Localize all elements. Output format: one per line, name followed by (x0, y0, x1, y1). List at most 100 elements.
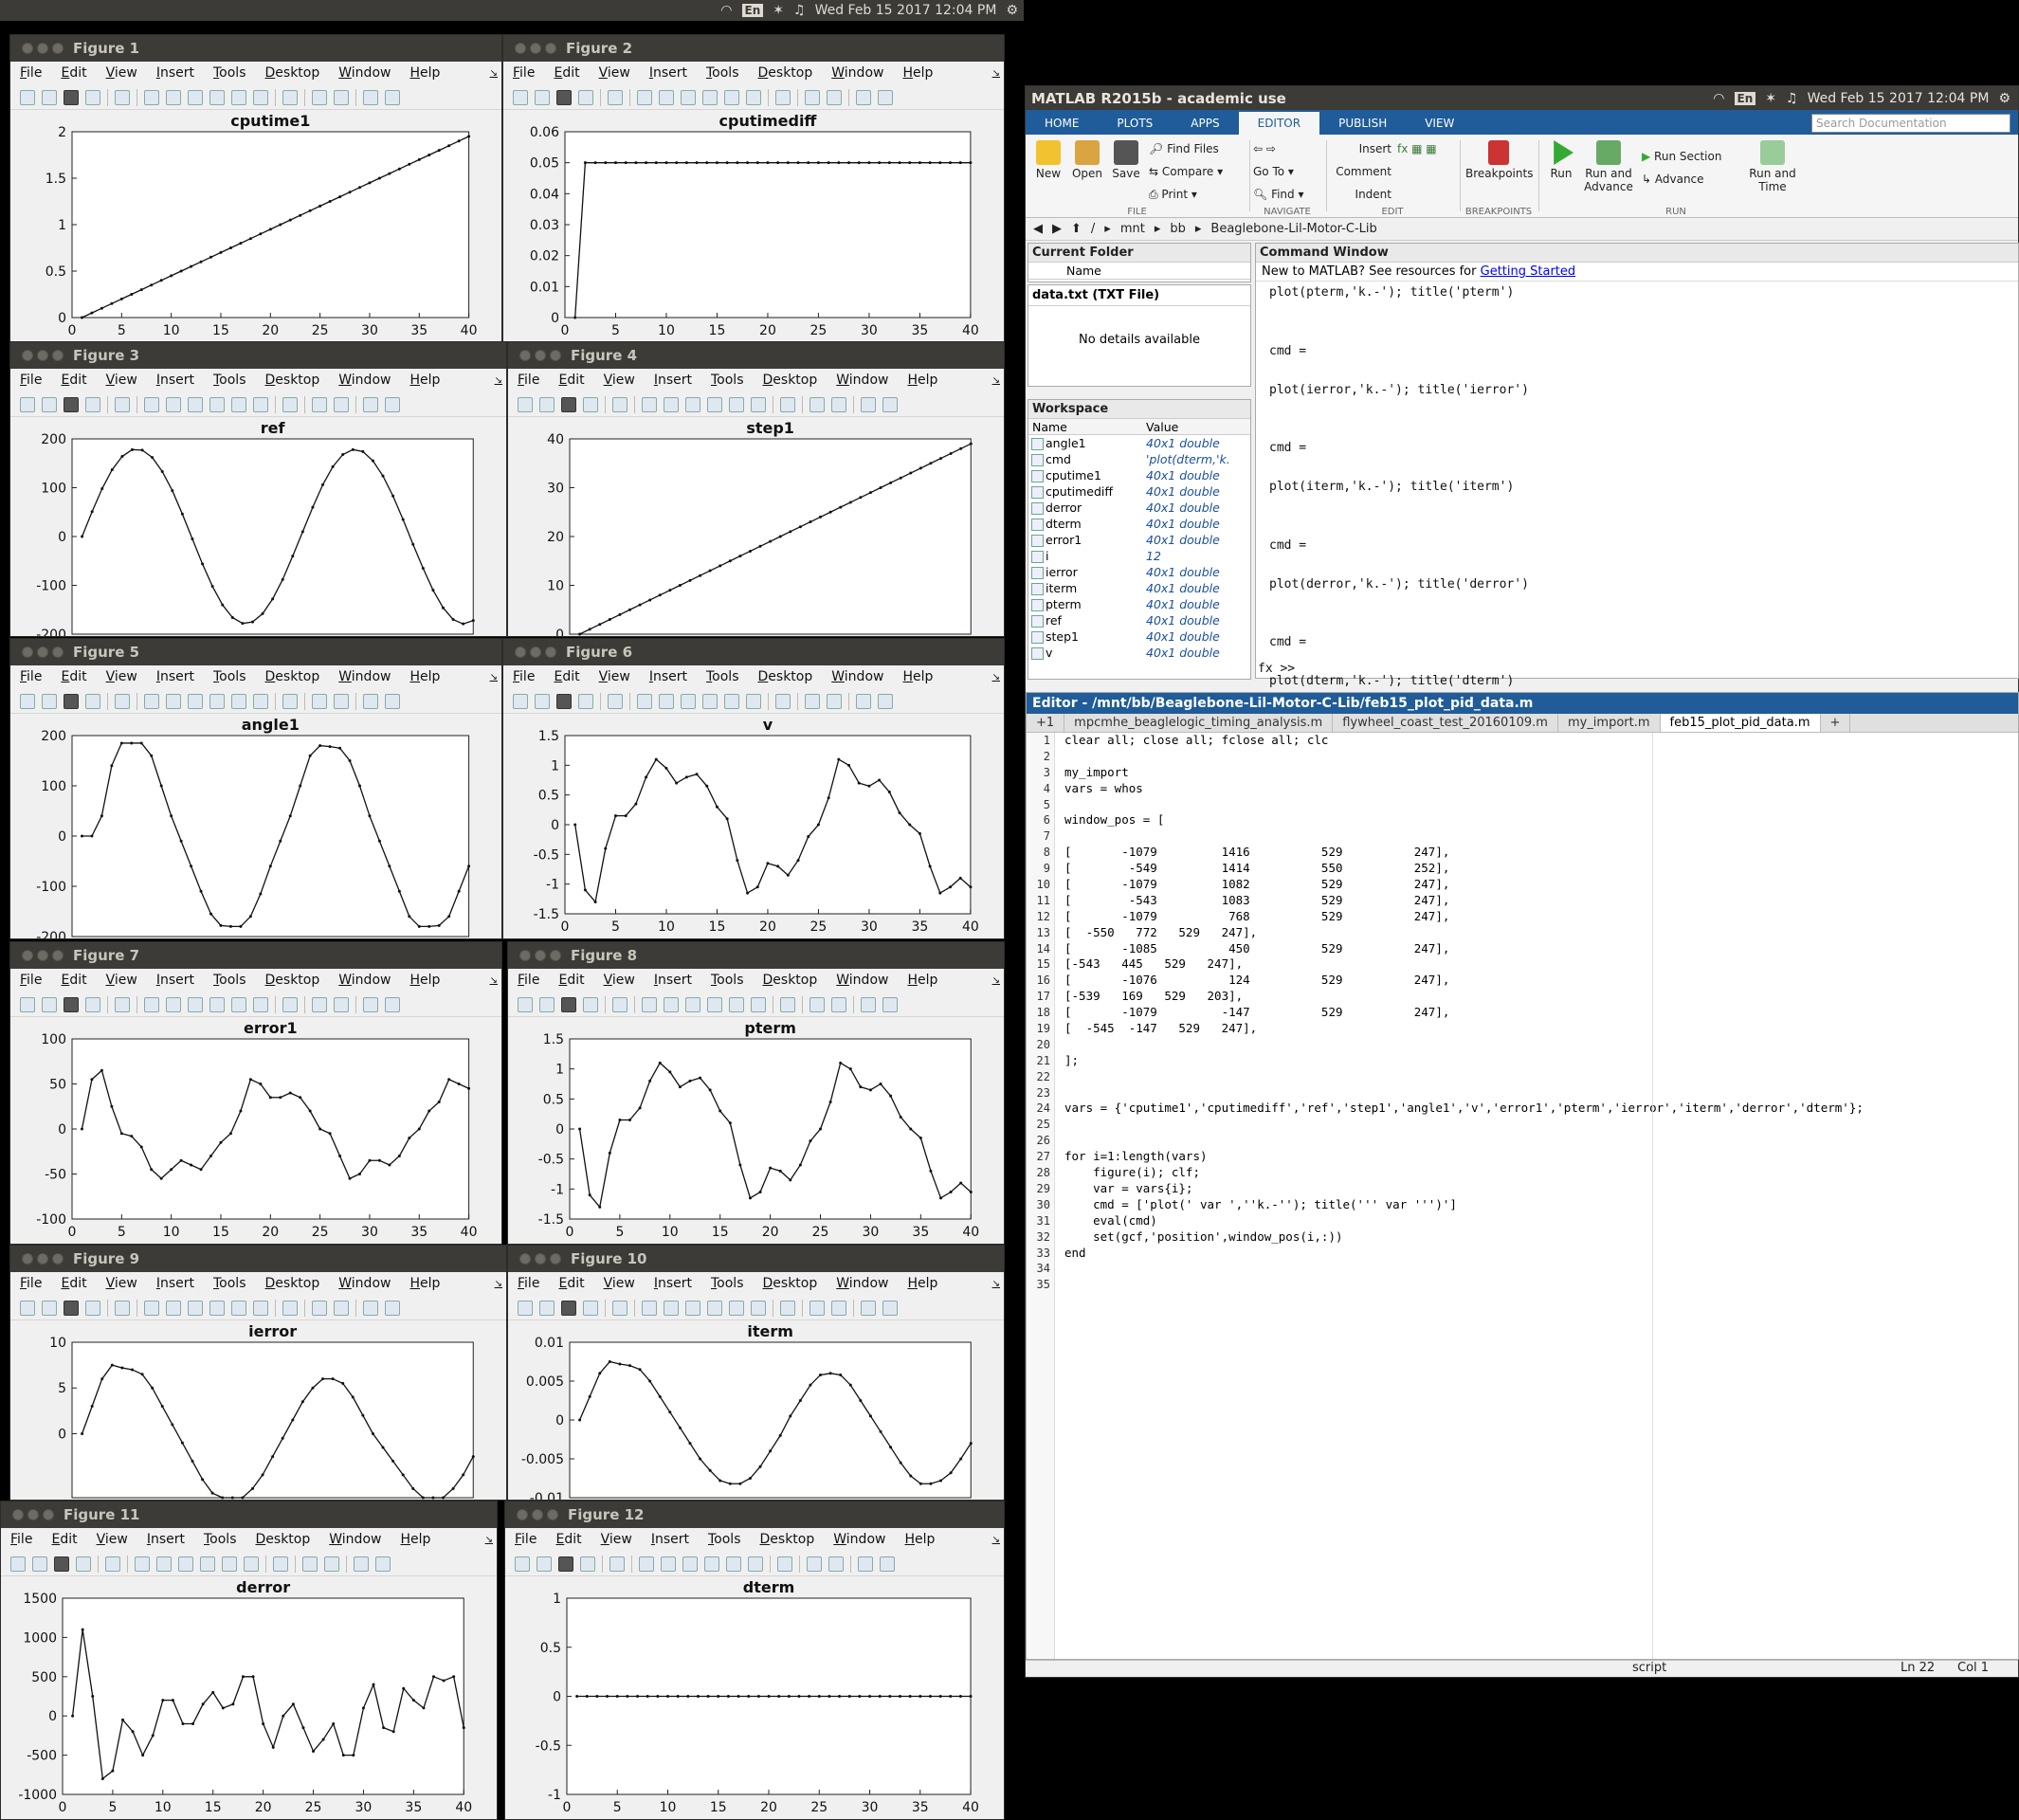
code-line[interactable] (1064, 828, 1999, 845)
pan-icon[interactable] (188, 693, 203, 709)
new-button[interactable]: New (1031, 140, 1065, 180)
menu-help[interactable]: Help (400, 1532, 430, 1547)
edit-plot-icon[interactable] (115, 996, 130, 1012)
editor-tab[interactable]: +1 (1027, 714, 1065, 732)
new-figure-icon[interactable] (515, 1556, 530, 1572)
close-icon[interactable] (22, 1253, 33, 1265)
code-line[interactable]: eval(cmd) (1064, 1213, 1999, 1229)
zoom-out-icon[interactable] (659, 693, 674, 709)
menu-edit[interactable]: Edit (558, 973, 584, 988)
code-line[interactable]: end (1064, 1246, 1999, 1262)
menu-file[interactable]: File (20, 973, 42, 988)
menu-help[interactable]: Help (409, 1276, 440, 1291)
print-icon[interactable] (85, 1300, 100, 1316)
menu-insert[interactable]: Insert (156, 373, 194, 388)
rotate-icon[interactable] (209, 396, 225, 412)
minimize-icon[interactable] (37, 350, 48, 361)
menu-desktop[interactable]: Desktop (265, 65, 320, 81)
menu-window[interactable]: Window (338, 669, 391, 684)
rotate-icon[interactable] (209, 1300, 225, 1316)
bluetooth-icon[interactable]: ✶ (773, 3, 784, 18)
zoom-out-icon[interactable] (166, 693, 181, 709)
legend-icon[interactable] (324, 1556, 339, 1572)
code-line[interactable] (1064, 797, 1999, 813)
code-line[interactable]: window_pos = [ (1064, 812, 1999, 828)
tab-publish[interactable]: PUBLISH (1319, 112, 1406, 135)
path-mnt[interactable]: mnt (1120, 222, 1145, 236)
close-icon[interactable] (12, 1509, 24, 1520)
maximize-icon[interactable] (550, 1253, 561, 1265)
workspace-row[interactable]: step1 40x1 double (1028, 628, 1250, 645)
brush-icon[interactable] (253, 693, 268, 709)
minimize-icon[interactable] (37, 43, 48, 54)
pan-icon[interactable] (188, 396, 203, 412)
link-icon[interactable] (780, 396, 795, 412)
maximize-icon[interactable] (52, 350, 64, 361)
pan-icon[interactable] (681, 89, 696, 105)
menu-tools[interactable]: Tools (706, 669, 739, 684)
print-icon[interactable] (583, 996, 598, 1012)
data-cursor-icon[interactable] (222, 1556, 237, 1572)
print-icon[interactable] (580, 1556, 595, 1572)
plot-area[interactable]: cputime100.511.520 5 10 15 20 25 30 35 40 (10, 111, 502, 343)
menu-edit[interactable]: Edit (61, 669, 86, 684)
workspace-row[interactable]: ierror 40x1 double (1028, 564, 1250, 580)
link-icon[interactable] (273, 1556, 288, 1572)
menu-window[interactable]: Window (836, 973, 888, 988)
print-icon[interactable] (578, 89, 593, 105)
zoom-out-icon[interactable] (659, 89, 674, 105)
pan-icon[interactable] (188, 1300, 203, 1316)
legend-icon[interactable] (334, 1300, 349, 1316)
data-cursor-icon[interactable] (231, 396, 246, 412)
open-file-icon[interactable] (537, 1556, 552, 1572)
edit-plot-icon[interactable] (115, 693, 130, 709)
pan-icon[interactable] (188, 996, 203, 1012)
menu-help[interactable]: Help (902, 65, 933, 81)
advance-button[interactable]: ↳ Advance (1642, 173, 1704, 186)
minimize-icon[interactable] (532, 1509, 543, 1520)
maximize-icon[interactable] (545, 43, 556, 54)
menu-grip-icon[interactable]: ↘ (490, 672, 498, 682)
maximize-icon[interactable] (43, 1509, 54, 1520)
show-tools-icon[interactable] (375, 1556, 391, 1572)
show-tools-icon[interactable] (880, 1556, 895, 1572)
menu-edit[interactable]: Edit (51, 1532, 77, 1547)
menu-view[interactable]: View (106, 973, 137, 988)
brush-icon[interactable] (746, 693, 761, 709)
menu-view[interactable]: View (601, 1532, 632, 1547)
maximize-icon[interactable] (52, 43, 64, 54)
hide-tools-icon[interactable] (363, 693, 378, 709)
menu-edit[interactable]: Edit (61, 1276, 86, 1291)
open-file-icon[interactable] (42, 1300, 57, 1316)
pan-icon[interactable] (188, 89, 203, 105)
brush-icon[interactable] (253, 396, 268, 412)
menu-insert[interactable]: Insert (654, 373, 692, 388)
menu-insert[interactable]: Insert (649, 669, 687, 684)
menu-window[interactable]: Window (338, 373, 391, 388)
open-file-icon[interactable] (42, 693, 57, 709)
save-icon[interactable] (561, 396, 576, 412)
show-tools-icon[interactable] (882, 1300, 898, 1316)
close-icon[interactable] (519, 1253, 531, 1265)
edit-plot-icon[interactable] (612, 396, 628, 412)
code-line[interactable]: [ -545 -147 529 247], (1064, 1021, 1999, 1037)
settings-gear-icon[interactable]: ⚙ (1006, 3, 1018, 18)
legend-icon[interactable] (827, 693, 842, 709)
menu-grip-icon[interactable]: ↘ (495, 1279, 502, 1289)
link-icon[interactable] (282, 996, 298, 1012)
menu-insert[interactable]: Insert (649, 65, 687, 81)
open-button[interactable]: Open (1069, 140, 1105, 180)
menu-help[interactable]: Help (902, 669, 933, 684)
code-line[interactable] (1064, 749, 1999, 765)
zoom-in-icon[interactable] (642, 396, 657, 412)
link-icon[interactable] (282, 89, 298, 105)
minimize-icon[interactable] (535, 950, 546, 961)
open-file-icon[interactable] (539, 1300, 555, 1316)
tab-editor[interactable]: EDITOR (1238, 112, 1320, 135)
plot-area[interactable]: derror -1000 -500 0 500 1000 1500 0 5 10 15 20 25 30 3… (1, 1577, 498, 1820)
pan-icon[interactable] (685, 996, 700, 1012)
plot-area[interactable]: ierror 0 5 10 (10, 1321, 507, 1501)
ws-col-value[interactable]: Value (1146, 419, 1178, 434)
editor-tab[interactable]: my_import.m (1558, 714, 1661, 732)
plot-area[interactable]: pterm -1.5 -1 -0.5 0 0.5 1 1.5 0 5 10 15 20 25 30 35 40 (508, 1018, 1005, 1245)
